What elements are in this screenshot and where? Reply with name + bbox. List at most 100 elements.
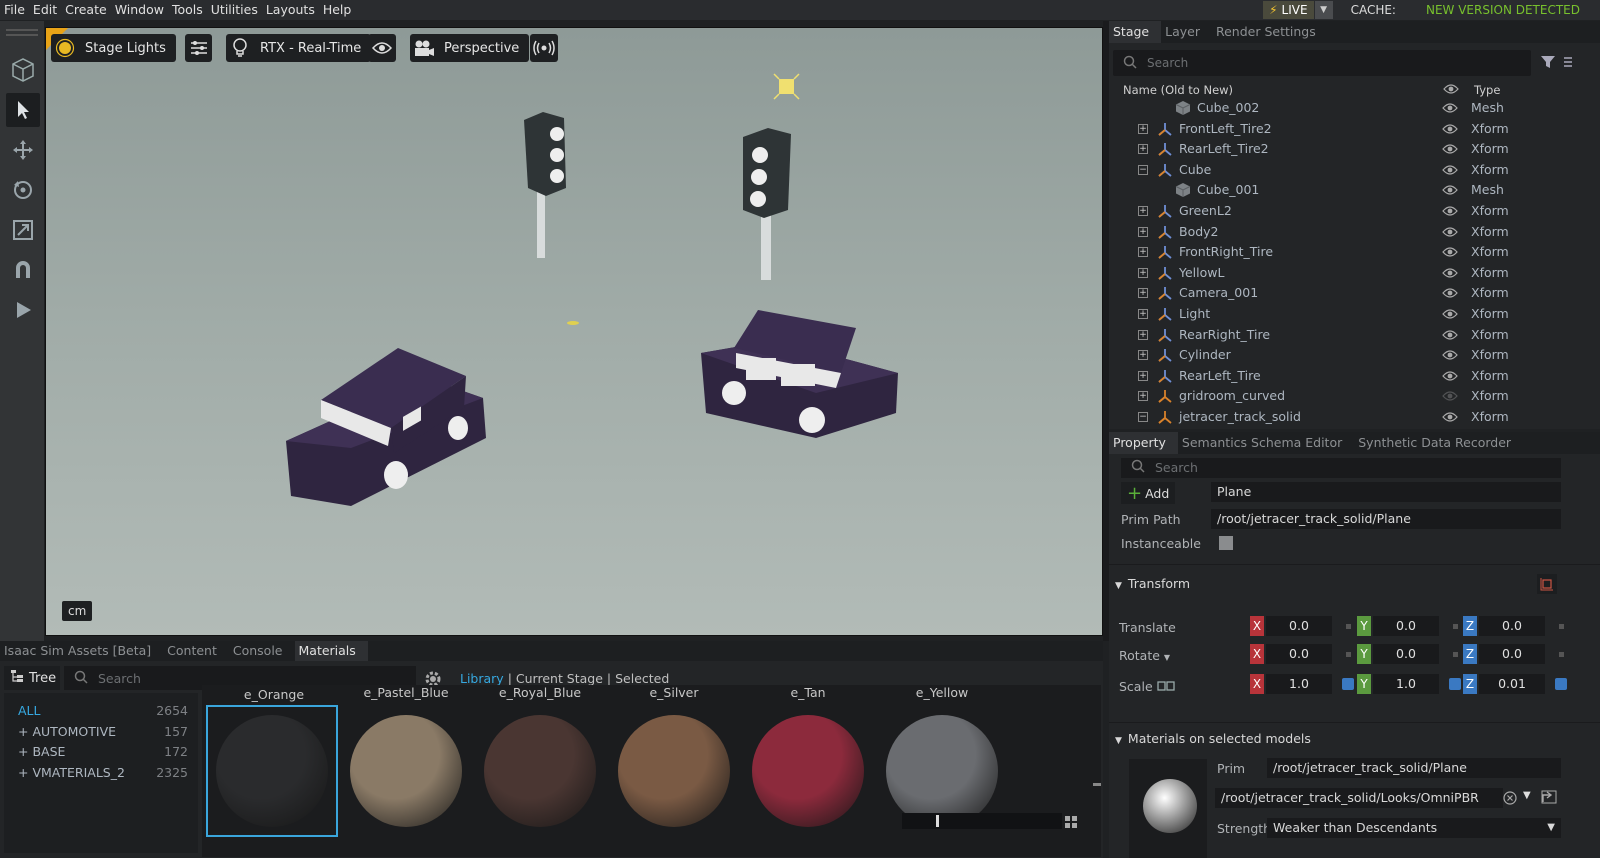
visibility-eye-icon[interactable]	[1442, 226, 1458, 238]
tab-synthetic-data-recorder[interactable]: Synthetic Data Recorder	[1354, 432, 1523, 454]
column-type-header[interactable]: Type	[1474, 83, 1500, 97]
menu-help[interactable]: Help	[319, 0, 356, 20]
chevron-down-icon[interactable]: ▼	[1523, 790, 1531, 801]
navigate-icon[interactable]	[1541, 790, 1557, 807]
clear-icon[interactable]	[1503, 791, 1517, 808]
visibility-eye-icon[interactable]	[1442, 267, 1458, 279]
tree-row[interactable]: + YellowL Xform	[1109, 263, 1600, 283]
tree-row[interactable]: + FrontRight_Tire Xform	[1109, 242, 1600, 262]
material-swatch[interactable]: e_Yellow	[876, 685, 1008, 857]
tree-row[interactable]: + Cylinder Xform	[1109, 345, 1600, 365]
material-swatch[interactable]: e_Silver	[608, 685, 740, 857]
scale-z-lock-icon[interactable]	[1555, 678, 1567, 690]
add-button[interactable]: + Add	[1121, 482, 1175, 504]
tree-row[interactable]: + GreenL2 Xform	[1109, 201, 1600, 221]
viewport[interactable]: Stage Lights RTX - Real-Time Perspective	[45, 27, 1103, 636]
expand-icon[interactable]: +	[1138, 329, 1148, 340]
tree-row[interactable]: + RearLeft_Tire2 Xform	[1109, 139, 1600, 159]
expand-icon[interactable]: +	[1138, 391, 1148, 402]
tree-toggle-button[interactable]: Tree	[4, 666, 60, 690]
scale-x-field[interactable]: 1.0	[1266, 674, 1332, 694]
visibility-eye-icon[interactable]	[1442, 205, 1458, 217]
instanceable-checkbox[interactable]	[1219, 536, 1233, 550]
category-vmaterials_2[interactable]: + VMATERIALS_2 2325	[18, 765, 188, 780]
filter-current-stage[interactable]: Current Stage	[516, 671, 603, 686]
material-swatch[interactable]: e_Tan	[742, 685, 874, 857]
translate-z-field[interactable]: 0.0	[1479, 616, 1545, 636]
collapse-icon[interactable]: −	[1138, 412, 1148, 422]
visibility-eye-icon[interactable]	[1442, 184, 1458, 196]
visibility-eye-icon[interactable]	[1442, 411, 1458, 423]
snap-magnet-icon[interactable]	[6, 253, 40, 287]
rotate-z-field[interactable]: 0.0	[1479, 644, 1545, 664]
tree-row[interactable]: + gridroom_curved Xform	[1109, 386, 1600, 406]
play-icon[interactable]	[6, 293, 40, 327]
materials-section-header[interactable]: ▼ Materials on selected models	[1115, 731, 1311, 746]
visibility-eye-icon[interactable]	[1442, 143, 1458, 155]
tree-row[interactable]: Cube_002 Mesh	[1109, 99, 1600, 118]
category-base[interactable]: + BASE 172	[18, 744, 188, 759]
move-icon[interactable]	[6, 133, 40, 167]
material-prim-field[interactable]: /root/jetracer_track_solid/Plane	[1267, 758, 1561, 778]
scale-y-lock-icon[interactable]	[1449, 678, 1461, 690]
tab-property[interactable]: Property	[1109, 432, 1178, 454]
tab-render-settings[interactable]: Render Settings	[1212, 21, 1328, 43]
tree-row[interactable]: + RearRight_Tire Xform	[1109, 325, 1600, 345]
tree-row[interactable]: + FrontLeft_Tire2 Xform	[1109, 119, 1600, 139]
tab-layer[interactable]: Layer	[1161, 21, 1212, 43]
expand-icon[interactable]: +	[1138, 267, 1148, 278]
tree-row[interactable]: − Cube Xform	[1109, 160, 1600, 180]
options-menu-icon[interactable]	[1563, 55, 1573, 69]
material-swatch[interactable]: e_Orange	[206, 687, 338, 837]
visibility-eye-icon[interactable]	[1442, 102, 1458, 114]
category-automotive[interactable]: + AUTOMOTIVE 157	[18, 724, 188, 739]
tab-materials[interactable]: Materials	[294, 641, 368, 661]
tab-content[interactable]: Content	[163, 641, 229, 661]
select-mode-icon[interactable]	[6, 53, 40, 87]
rotate-icon[interactable]	[6, 173, 40, 207]
visibility-eye-icon[interactable]	[1442, 390, 1458, 402]
visibility-eye-icon[interactable]	[1442, 329, 1458, 341]
tree-row[interactable]: + Body2 Xform	[1109, 222, 1600, 242]
slider-thumb[interactable]	[936, 815, 939, 827]
prim-name-field[interactable]: Plane	[1211, 482, 1561, 502]
scale-z-field[interactable]: 0.01	[1479, 674, 1545, 694]
material-path-field[interactable]: /root/jetracer_track_solid/Looks/OmniPBR	[1215, 788, 1503, 808]
tree-row[interactable]: + Camera_001 Xform	[1109, 283, 1600, 303]
material-swatch[interactable]: e_Pastel_Blue	[340, 685, 472, 857]
translate-y-field[interactable]: 0.0	[1373, 616, 1439, 636]
grid-view-icon[interactable]	[1064, 815, 1078, 829]
units-badge[interactable]: cm	[62, 601, 93, 621]
rotate-y-field[interactable]: 0.0	[1373, 644, 1439, 664]
scroll-indicator[interactable]	[1093, 783, 1101, 786]
expand-icon[interactable]: +	[1138, 370, 1148, 381]
menu-tools[interactable]: Tools	[168, 0, 207, 20]
visibility-eye-icon[interactable]	[1442, 164, 1458, 176]
rotate-label[interactable]: Rotate ▼	[1119, 648, 1170, 663]
tree-row[interactable]: Cube_001 Mesh	[1109, 180, 1600, 200]
tree-row[interactable]: − jetracer_track_solid Xform	[1109, 407, 1600, 427]
menu-create[interactable]: Create	[61, 0, 111, 20]
live-button[interactable]: ⚡ LIVE	[1263, 1, 1314, 19]
transform-gizmo-icon[interactable]	[1537, 574, 1557, 594]
translate-x-field[interactable]: 0.0	[1266, 616, 1332, 636]
prim-path-field[interactable]: /root/jetracer_track_solid/Plane	[1211, 509, 1561, 529]
expand-icon[interactable]: +	[1138, 123, 1148, 134]
filter-library[interactable]: Library	[460, 671, 504, 686]
expand-icon[interactable]: +	[1138, 350, 1148, 361]
menu-edit[interactable]: Edit	[29, 0, 61, 20]
transform-section-header[interactable]: ▼ Transform	[1115, 576, 1190, 591]
visibility-eye-icon[interactable]	[1442, 370, 1458, 382]
visibility-eye-icon[interactable]	[1442, 308, 1458, 320]
scale-y-field[interactable]: 1.0	[1373, 674, 1439, 694]
visibility-eye-icon[interactable]	[1442, 349, 1458, 361]
filter-selected[interactable]: Selected	[615, 671, 669, 686]
collapse-icon[interactable]: −	[1138, 164, 1148, 175]
tab-stage[interactable]: Stage	[1109, 21, 1162, 43]
stage-search-input[interactable]: Search	[1113, 50, 1531, 76]
visibility-eye-icon[interactable]	[1442, 287, 1458, 299]
live-dropdown[interactable]: ▼	[1314, 1, 1333, 19]
expand-icon[interactable]: +	[1138, 288, 1148, 299]
menu-layouts[interactable]: Layouts	[262, 0, 319, 20]
strength-dropdown[interactable]: Weaker than Descendants ▼	[1267, 818, 1561, 838]
